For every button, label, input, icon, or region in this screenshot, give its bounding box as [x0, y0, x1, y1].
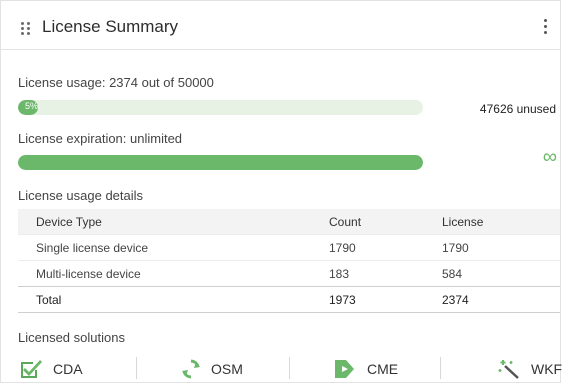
infinity-icon: ∞ [542, 146, 557, 168]
total-license-cell: 2374 [442, 292, 469, 307]
divider [136, 357, 137, 379]
more-options-icon[interactable] [544, 19, 548, 35]
total-label-cell: Total [36, 292, 62, 307]
license-expiration-bar [18, 155, 423, 170]
table-header-row: Device Type Count License [18, 209, 560, 235]
magic-wand-icon [498, 360, 519, 379]
table-row: Multi-license device 183 584 [18, 260, 560, 287]
solution-label: CDA [53, 361, 83, 377]
license-expiration-bar-fill [18, 155, 423, 170]
column-header-device-type: Device Type [36, 214, 102, 229]
solution-label: WKF [531, 361, 563, 377]
solution-label: CME [367, 361, 399, 377]
solution-cda[interactable]: CDA [19, 355, 83, 383]
licensed-solutions-label: Licensed solutions [18, 330, 125, 345]
solution-cme[interactable]: CME [333, 355, 398, 383]
count-cell: 1790 [329, 240, 356, 255]
table-row: Single license device 1790 1790 [18, 234, 560, 261]
solution-osm[interactable]: OSM [181, 355, 243, 383]
license-expiration-label: License expiration: unlimited [18, 131, 183, 146]
license-usage-details-label: License usage details [18, 188, 144, 203]
license-cell: 584 [442, 266, 463, 281]
card-title: License Summary [42, 17, 179, 36]
license-usage-percent: 5% [25, 101, 39, 111]
divider [440, 357, 441, 379]
total-count-cell: 1973 [329, 292, 356, 307]
drag-handle-icon[interactable] [21, 22, 31, 35]
column-header-license: License [442, 214, 484, 229]
card-header: License Summary [1, 1, 560, 50]
count-cell: 183 [329, 266, 350, 281]
divider [289, 357, 290, 379]
license-unused-count: 47626 unused [479, 102, 556, 116]
license-usage-label: License usage: 2374 out of 50000 [18, 75, 214, 90]
license-summary-card: License Summary License usage: 2374 out … [0, 0, 562, 383]
device-type-cell: Multi-license device [36, 266, 141, 281]
tag-arrow-icon [335, 360, 354, 378]
table-total-row: Total 1973 2374 [18, 286, 560, 313]
solution-wkf[interactable]: WKF [497, 355, 562, 383]
license-cell: 1790 [442, 240, 469, 255]
sync-arrows-icon [182, 359, 200, 379]
checkbox-shield-icon [21, 360, 42, 378]
device-type-cell: Single license device [36, 240, 149, 255]
column-header-count: Count [329, 214, 362, 229]
licensed-solutions-list: CDA OSM CME WKF [1, 355, 562, 383]
license-usage-bar: 5% [18, 100, 423, 115]
solution-label: OSM [211, 361, 243, 377]
license-usage-details-table: Device Type Count License Single license… [18, 209, 560, 313]
